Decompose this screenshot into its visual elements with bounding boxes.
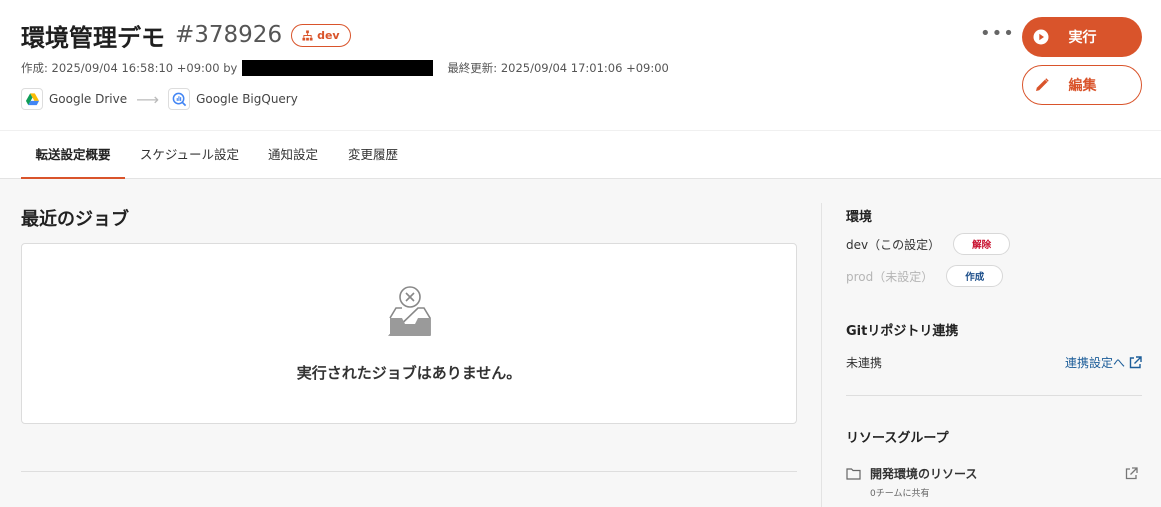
job-id: #378926: [175, 22, 283, 48]
meta-row: 作成: 2025/09/04 16:58:10 +09:00 by 最終更新: …: [21, 60, 669, 76]
unlink-env-button[interactable]: 解除: [953, 233, 1011, 255]
folder-icon: [846, 467, 861, 480]
empty-jobs-card: 実行されたジョブはありません。: [21, 243, 797, 424]
page-title: 環境管理デモ: [21, 23, 165, 52]
connection-row: Google Drive ⟶ Google BigQuery: [21, 87, 298, 111]
resource-group-share-info: 0チームに共有: [870, 489, 930, 499]
env-name-dev: dev（この設定）: [846, 237, 941, 252]
git-settings-link-label: 連携設定へ: [1064, 355, 1125, 370]
updated-info: 最終更新: 2025/09/04 17:01:06 +09:00: [447, 61, 669, 75]
play-circle-icon: [1033, 29, 1049, 45]
run-button-label: 実行: [1068, 30, 1097, 46]
create-env-button[interactable]: 作成: [946, 265, 1004, 287]
resource-group-title: リソースグループ: [846, 431, 949, 446]
destination-label: Google BigQuery: [196, 92, 298, 106]
git-status: 未連携: [846, 355, 883, 370]
created-info: 作成: 2025/09/04 16:58:10 +09:00 by: [21, 61, 238, 75]
env-row-prod: prod（未設定） 作成: [846, 265, 1004, 287]
page-header: 環境管理デモ #378926 dev 作成: 2025/09/04 16:58:…: [0, 0, 1161, 130]
edit-button[interactable]: 編集: [1022, 65, 1142, 105]
env-badge-label: dev: [317, 28, 340, 42]
edit-button-label: 編集: [1068, 78, 1097, 94]
git-settings-link[interactable]: 連携設定へ: [1065, 354, 1142, 371]
redacted-author: [242, 60, 434, 76]
tab-overview[interactable]: 転送設定概要: [21, 131, 125, 179]
google-drive-icon: [21, 88, 43, 110]
tab-schedule[interactable]: スケジュール設定: [138, 131, 241, 179]
tab-history[interactable]: 変更履歴: [346, 131, 400, 179]
recent-jobs-title: 最近のジョブ: [21, 209, 129, 230]
resource-group-name: 開発環境のリソース: [870, 466, 978, 481]
pencil-icon: [1036, 78, 1049, 91]
source-label: Google Drive: [49, 92, 128, 106]
env-name-prod: prod（未設定）: [846, 269, 934, 284]
sitemap-icon: [302, 29, 313, 41]
git-section-title: Gitリポジトリ連携: [846, 324, 959, 339]
resource-group-item[interactable]: 開発環境のリソース: [846, 464, 1142, 482]
sidebar-divider: [821, 203, 822, 507]
external-link-icon: [1129, 355, 1142, 368]
tab-bar: 転送設定概要 スケジュール設定 通知設定 変更履歴: [0, 130, 1161, 179]
main-content: 最近のジョブ 実行されたジョブはありません。 環境 dev（この設定） 解除 p…: [0, 179, 1161, 507]
content-divider: [21, 471, 797, 472]
env-section-title: 環境: [846, 210, 873, 225]
empty-inbox-icon: [388, 286, 431, 336]
empty-message: 実行されたジョブはありません。: [296, 364, 522, 382]
bigquery-icon: [168, 88, 191, 110]
run-button[interactable]: 実行: [1022, 17, 1142, 57]
external-link-icon[interactable]: [1125, 467, 1138, 480]
sidebar-section-divider: [846, 395, 1142, 396]
arrow-right-icon: ⟶: [136, 89, 160, 109]
tab-notifications[interactable]: 通知設定: [266, 131, 320, 179]
env-row-dev: dev（この設定） 解除: [846, 233, 1011, 255]
env-badge: dev: [291, 23, 351, 47]
more-options-button[interactable]: •••: [980, 25, 1014, 46]
git-status-row: 未連携 連携設定へ: [846, 353, 1142, 371]
title-row: 環境管理デモ #378926 dev: [21, 18, 351, 52]
